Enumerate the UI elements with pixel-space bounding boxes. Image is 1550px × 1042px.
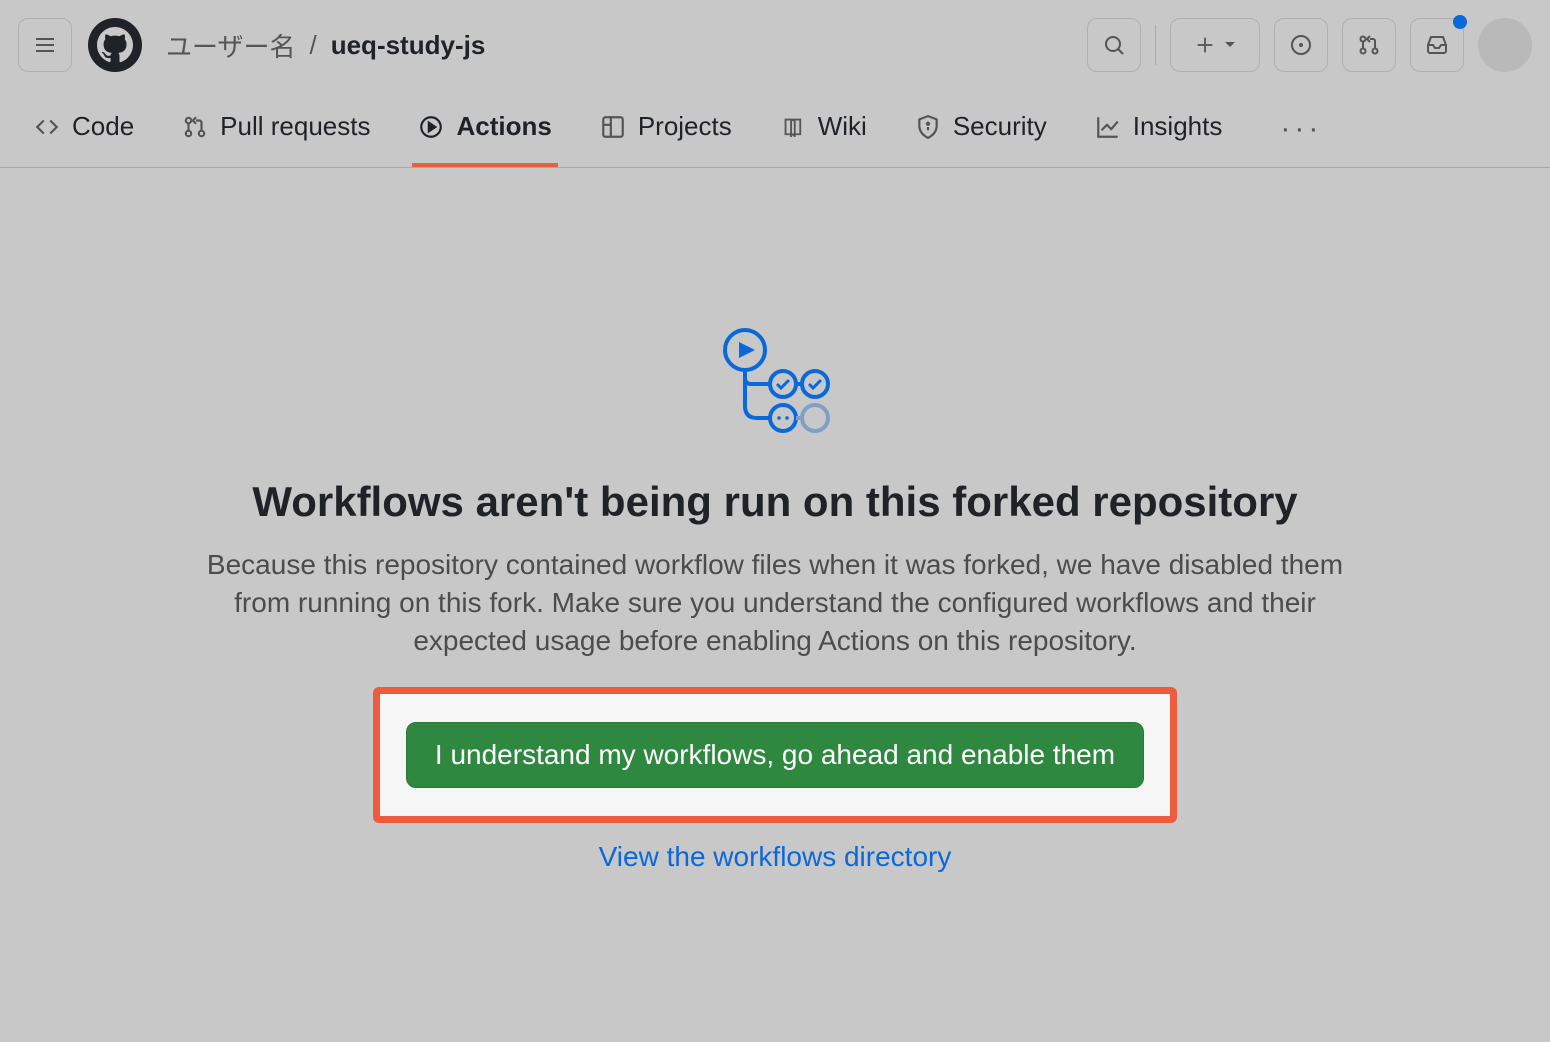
tab-security-label: Security (953, 111, 1047, 142)
tab-insights[interactable]: Insights (1089, 90, 1229, 167)
github-logo[interactable] (88, 18, 142, 72)
search-button[interactable] (1087, 18, 1141, 72)
page-description: Because this repository contained workfl… (185, 546, 1365, 659)
tab-overflow-menu[interactable]: ··· (1280, 112, 1322, 146)
tab-security[interactable]: Security (909, 90, 1053, 167)
pull-requests-button[interactable] (1342, 18, 1396, 72)
breadcrumb: ユーザー名 / ueq-study-js (166, 27, 485, 64)
caret-down-icon (1224, 39, 1236, 51)
tab-projects-label: Projects (638, 111, 732, 142)
header-right (1087, 18, 1533, 72)
shield-icon (915, 114, 941, 140)
plus-icon (1194, 34, 1216, 56)
tab-wiki[interactable]: Wiki (774, 90, 873, 167)
tab-pull-requests[interactable]: Pull requests (176, 90, 376, 167)
tab-wiki-label: Wiki (818, 111, 867, 142)
hamburger-icon (33, 33, 57, 57)
page-title: Workflows aren't being run on this forke… (252, 478, 1297, 526)
owner-link[interactable]: ユーザー名 (166, 27, 295, 64)
add-menu-button[interactable] (1170, 18, 1260, 72)
inbox-icon (1425, 33, 1449, 57)
enable-workflows-button[interactable]: I understand my workflows, go ahead and … (406, 722, 1144, 788)
search-icon (1102, 33, 1126, 57)
tab-pulls-label: Pull requests (220, 111, 370, 142)
tab-projects[interactable]: Projects (594, 90, 738, 167)
header: ユーザー名 / ueq-study-js (0, 0, 1550, 90)
github-icon (97, 27, 133, 63)
issue-icon (1289, 33, 1313, 57)
menu-button[interactable] (18, 18, 72, 72)
notifications-button[interactable] (1410, 18, 1464, 72)
tab-actions-label: Actions (456, 111, 551, 142)
git-pull-request-icon (1357, 33, 1381, 57)
breadcrumb-separator: / (309, 30, 316, 61)
book-icon (780, 114, 806, 140)
workflow-illustration-icon (715, 328, 835, 438)
tab-code-label: Code (72, 111, 134, 142)
play-circle-icon (418, 114, 444, 140)
repo-link[interactable]: ueq-study-js (331, 30, 486, 61)
main-content: Workflows aren't being run on this forke… (0, 168, 1550, 873)
git-pull-request-icon (182, 114, 208, 140)
view-workflows-link[interactable]: View the workflows directory (599, 841, 952, 873)
tab-actions[interactable]: Actions (412, 90, 557, 167)
avatar[interactable] (1478, 18, 1532, 72)
tab-code[interactable]: Code (28, 90, 140, 167)
graph-icon (1095, 114, 1121, 140)
divider (1155, 25, 1157, 65)
highlight-annotation: I understand my workflows, go ahead and … (373, 687, 1177, 823)
code-icon (34, 114, 60, 140)
project-icon (600, 114, 626, 140)
tab-insights-label: Insights (1133, 111, 1223, 142)
issues-button[interactable] (1274, 18, 1328, 72)
repo-tabs: Code Pull requests Actions Projects Wiki… (0, 90, 1550, 168)
